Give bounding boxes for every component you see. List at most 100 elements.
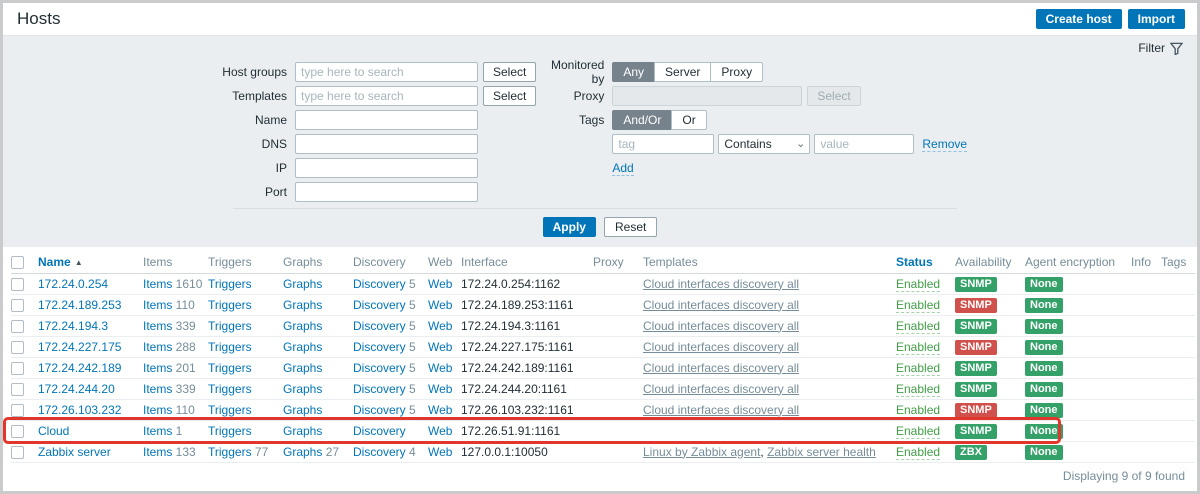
template-link[interactable]: Zabbix server health: [767, 445, 876, 459]
status-link[interactable]: Enabled: [896, 319, 940, 334]
host-name-link[interactable]: 172.24.242.189: [38, 361, 121, 375]
web-link[interactable]: Web: [428, 298, 452, 312]
status-link[interactable]: Enabled: [896, 403, 940, 418]
graphs-link[interactable]: Graphs: [283, 424, 322, 438]
triggers-link[interactable]: Triggers: [208, 340, 252, 354]
web-link[interactable]: Web: [428, 382, 452, 396]
discovery-link[interactable]: Discovery: [353, 319, 406, 333]
row-checkbox[interactable]: [11, 320, 24, 333]
status-link[interactable]: Enabled: [896, 424, 940, 439]
items-link[interactable]: Items: [143, 445, 172, 459]
triggers-link[interactable]: Triggers: [208, 298, 252, 312]
host-name-link[interactable]: 172.24.194.3: [38, 319, 108, 333]
reset-button[interactable]: Reset: [604, 217, 657, 237]
items-link[interactable]: Items: [143, 382, 172, 396]
web-link[interactable]: Web: [428, 403, 452, 417]
status-link[interactable]: Enabled: [896, 382, 940, 397]
triggers-link[interactable]: Triggers: [208, 319, 252, 333]
discovery-link[interactable]: Discovery: [353, 361, 406, 375]
items-link[interactable]: Items: [143, 319, 172, 333]
items-link[interactable]: Items: [143, 277, 172, 291]
template-link[interactable]: Cloud interfaces discovery all: [643, 298, 799, 312]
status-link[interactable]: Enabled: [896, 298, 940, 313]
graphs-link[interactable]: Graphs: [283, 403, 322, 417]
web-link[interactable]: Web: [428, 340, 452, 354]
status-link[interactable]: Enabled: [896, 445, 940, 460]
ip-input[interactable]: [295, 158, 478, 178]
monitored-by-option-any[interactable]: Any: [612, 62, 655, 82]
proxy-select-button[interactable]: Select: [807, 86, 860, 106]
port-input[interactable]: [295, 182, 478, 202]
web-link[interactable]: Web: [428, 319, 452, 333]
items-link[interactable]: Items: [143, 424, 172, 438]
discovery-link[interactable]: Discovery: [353, 424, 406, 438]
discovery-link[interactable]: Discovery: [353, 403, 406, 417]
create-host-button[interactable]: Create host: [1036, 9, 1122, 29]
graphs-link[interactable]: Graphs: [283, 319, 322, 333]
templates-input[interactable]: [295, 86, 478, 106]
row-checkbox[interactable]: [11, 278, 24, 291]
host-name-link[interactable]: 172.24.0.254: [38, 277, 108, 291]
discovery-link[interactable]: Discovery: [353, 277, 406, 291]
row-checkbox[interactable]: [11, 383, 24, 396]
host-name-link[interactable]: 172.26.103.232: [38, 403, 121, 417]
host-name-link[interactable]: 172.24.244.20: [38, 382, 115, 396]
monitored-by-option-server[interactable]: Server: [654, 62, 711, 82]
host-name-link[interactable]: Zabbix server: [38, 445, 111, 459]
triggers-link[interactable]: Triggers: [208, 277, 252, 291]
status-link[interactable]: Enabled: [896, 277, 940, 292]
proxy-input[interactable]: [612, 86, 802, 106]
tag-remove-link[interactable]: Remove: [922, 137, 967, 152]
web-link[interactable]: Web: [428, 445, 452, 459]
name-input[interactable]: [295, 110, 478, 130]
host-name-link[interactable]: Cloud: [38, 424, 69, 438]
template-link[interactable]: Cloud interfaces discovery all: [643, 403, 799, 417]
row-checkbox[interactable]: [11, 341, 24, 354]
tag-operator-select[interactable]: Contains ⌄: [718, 134, 810, 154]
web-link[interactable]: Web: [428, 277, 452, 291]
row-checkbox[interactable]: [11, 446, 24, 459]
graphs-link[interactable]: Graphs: [283, 382, 322, 396]
web-link[interactable]: Web: [428, 361, 452, 375]
template-link[interactable]: Linux by Zabbix agent: [643, 445, 760, 459]
discovery-link[interactable]: Discovery: [353, 382, 406, 396]
items-link[interactable]: Items: [143, 298, 172, 312]
triggers-link[interactable]: Triggers: [208, 445, 252, 459]
column-header-status[interactable]: Status: [896, 251, 955, 273]
row-checkbox[interactable]: [11, 362, 24, 375]
template-link[interactable]: Cloud interfaces discovery all: [643, 319, 799, 333]
items-link[interactable]: Items: [143, 361, 172, 375]
graphs-link[interactable]: Graphs: [283, 298, 322, 312]
host-groups-input[interactable]: [295, 62, 478, 82]
template-link[interactable]: Cloud interfaces discovery all: [643, 340, 799, 354]
status-link[interactable]: Enabled: [896, 340, 940, 355]
discovery-link[interactable]: Discovery: [353, 298, 406, 312]
row-checkbox[interactable]: [11, 425, 24, 438]
triggers-link[interactable]: Triggers: [208, 424, 252, 438]
tag-name-input[interactable]: [612, 134, 714, 154]
monitored-by-option-proxy[interactable]: Proxy: [710, 62, 763, 82]
web-link[interactable]: Web: [428, 424, 452, 438]
discovery-link[interactable]: Discovery: [353, 445, 406, 459]
items-link[interactable]: Items: [143, 403, 172, 417]
import-button[interactable]: Import: [1128, 9, 1185, 29]
select-all-checkbox[interactable]: [11, 256, 24, 269]
tags-operator-option-and-or[interactable]: And/Or: [612, 110, 672, 130]
tag-add-link[interactable]: Add: [612, 161, 633, 176]
dns-input[interactable]: [295, 134, 478, 154]
tag-value-input[interactable]: [814, 134, 914, 154]
filter-tab[interactable]: Filter: [1138, 41, 1183, 55]
graphs-link[interactable]: Graphs: [283, 340, 322, 354]
discovery-link[interactable]: Discovery: [353, 340, 406, 354]
row-checkbox[interactable]: [11, 404, 24, 417]
triggers-link[interactable]: Triggers: [208, 403, 252, 417]
host-groups-select-button[interactable]: Select: [483, 62, 536, 82]
triggers-link[interactable]: Triggers: [208, 361, 252, 375]
host-name-link[interactable]: 172.24.189.253: [38, 298, 121, 312]
apply-button[interactable]: Apply: [543, 217, 596, 237]
triggers-link[interactable]: Triggers: [208, 382, 252, 396]
template-link[interactable]: Cloud interfaces discovery all: [643, 361, 799, 375]
graphs-link[interactable]: Graphs: [283, 277, 322, 291]
host-name-link[interactable]: 172.24.227.175: [38, 340, 121, 354]
row-checkbox[interactable]: [11, 299, 24, 312]
